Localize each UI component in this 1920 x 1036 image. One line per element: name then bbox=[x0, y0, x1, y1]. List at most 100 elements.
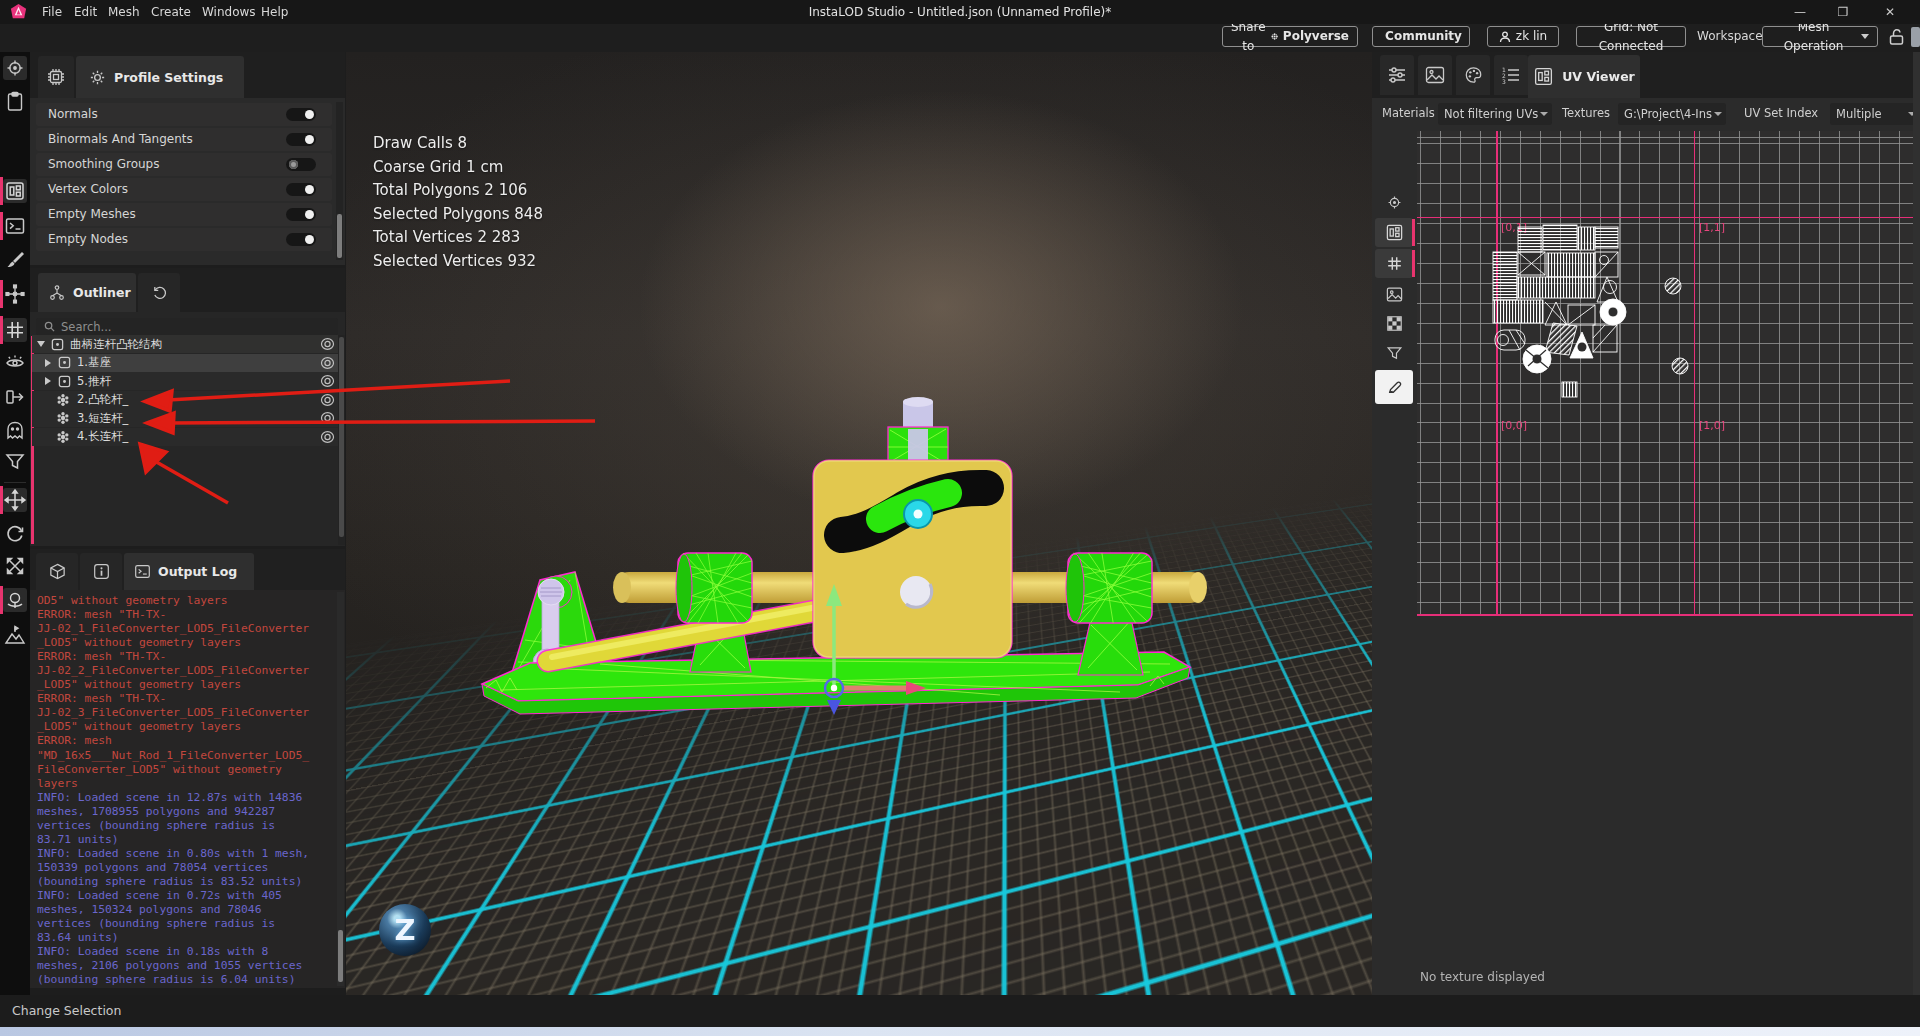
scene-tab[interactable] bbox=[36, 553, 78, 590]
z-logo-sphere: Z bbox=[379, 904, 431, 956]
expand-icon[interactable] bbox=[3, 554, 27, 578]
log-scrollbar[interactable] bbox=[337, 592, 344, 986]
tree-row-camrod[interactable]: 2.凸轮杆_ bbox=[32, 391, 343, 409]
uv-layout-icon[interactable] bbox=[1375, 218, 1413, 247]
outliner-scrollbar[interactable] bbox=[338, 335, 345, 545]
outliner-tab[interactable]: Outliner bbox=[38, 273, 136, 312]
visibility-eye-icon[interactable] bbox=[320, 393, 335, 407]
empty-meshes-toggle[interactable] bbox=[286, 208, 316, 221]
visibility-icon[interactable] bbox=[3, 351, 27, 375]
menu-mesh[interactable]: Mesh bbox=[100, 0, 148, 24]
mesh-icon bbox=[56, 411, 70, 425]
window-title: InstaLOD Studio - Untitled.json (Unnamed… bbox=[760, 0, 1160, 24]
profile-row-binormals: Binormals And Tangents bbox=[36, 128, 332, 151]
uv-tabbar: 123 UV Viewer bbox=[1372, 52, 1920, 98]
grid-status-button[interactable]: Grid: Not Connected bbox=[1576, 26, 1686, 47]
tree-row-root[interactable]: 曲柄连杆凸轮结构 bbox=[32, 335, 343, 353]
uv-set-dropdown[interactable]: Multiple mes bbox=[1830, 103, 1920, 125]
search-icon bbox=[44, 321, 55, 332]
tree-row-shortlink[interactable]: 3.短连杆_ bbox=[32, 409, 343, 427]
uv-grid-icon[interactable] bbox=[1375, 249, 1413, 278]
profile-chip-tab[interactable] bbox=[38, 56, 74, 98]
visibility-eye-icon[interactable] bbox=[320, 337, 335, 351]
uv-checker-icon[interactable] bbox=[1375, 309, 1413, 338]
uv-image-icon[interactable] bbox=[1375, 280, 1413, 309]
tree-row-longlink[interactable]: 4.长连杆_ bbox=[32, 428, 343, 446]
model-3d bbox=[346, 52, 1372, 995]
profile-settings-panel: Profile Settings Normals Binormals And T… bbox=[30, 52, 345, 265]
panel-edge-handle[interactable] bbox=[1911, 27, 1920, 47]
orbit-camera-icon[interactable] bbox=[3, 588, 27, 612]
workspace-dropdown[interactable]: Mesh Operation bbox=[1762, 26, 1878, 47]
uv-canvas[interactable]: [0,1] [1,1] [0,0] [1,0] bbox=[1417, 131, 1920, 616]
expand-caret[interactable] bbox=[45, 359, 51, 367]
ghost-icon[interactable] bbox=[3, 418, 27, 442]
target-crosshair-icon[interactable] bbox=[3, 56, 27, 80]
profile-row-vertexcolors: Vertex Colors bbox=[36, 178, 332, 201]
normals-toggle[interactable] bbox=[286, 108, 316, 121]
menu-file[interactable]: File bbox=[34, 0, 70, 24]
chevron-down-icon bbox=[1861, 34, 1869, 39]
log-content[interactable]: OD5" without geometry layersERROR: mesh … bbox=[32, 592, 337, 988]
close-button[interactable]: ✕ bbox=[1873, 0, 1907, 24]
smoothing-groups-toggle[interactable] bbox=[286, 158, 316, 171]
uv-filter-icon[interactable] bbox=[1375, 339, 1413, 368]
output-log-tab[interactable]: Output Log bbox=[124, 553, 254, 590]
menubar: File Edit Mesh Create Windows Help Insta… bbox=[0, 0, 1920, 24]
lock-open-icon[interactable] bbox=[1888, 28, 1905, 46]
menu-help[interactable]: Help bbox=[253, 0, 296, 24]
hierarchy-icon bbox=[48, 284, 66, 302]
output-log-panel: Output Log OD5" without geometry layersE… bbox=[30, 549, 345, 988]
textures-label: Textures bbox=[1562, 106, 1610, 120]
palette-tab[interactable] bbox=[1456, 55, 1490, 95]
expand-caret[interactable] bbox=[37, 341, 45, 347]
node-graph-icon[interactable] bbox=[3, 282, 27, 306]
console-icon[interactable] bbox=[3, 214, 27, 238]
status-text: Change Selection bbox=[12, 1003, 121, 1018]
menu-create[interactable]: Create bbox=[143, 0, 199, 24]
move-icon[interactable] bbox=[3, 488, 27, 512]
tree-row-pushrod[interactable]: 5.推杆 bbox=[32, 372, 343, 390]
outliner-panel: Outliner Search... 曲柄连杆凸轮结构 1.基座 5.推杆 2.… bbox=[30, 268, 345, 546]
reset-icon bbox=[151, 284, 168, 301]
minimize-button[interactable]: — bbox=[1783, 0, 1817, 24]
terrain-export-icon[interactable] bbox=[3, 624, 27, 648]
export-arrow-icon[interactable] bbox=[3, 385, 27, 409]
materials-filter-dropdown[interactable]: Not filtering UVs bbox=[1438, 103, 1552, 125]
outliner-reset-tab[interactable] bbox=[138, 273, 180, 312]
empty-nodes-toggle[interactable] bbox=[286, 233, 316, 246]
image-tab[interactable] bbox=[1418, 55, 1452, 95]
profile-scrollbar[interactable] bbox=[336, 102, 343, 260]
restore-button[interactable]: ❐ bbox=[1826, 0, 1860, 24]
profile-settings-tab[interactable]: Profile Settings bbox=[76, 56, 244, 98]
vertex-colors-toggle[interactable] bbox=[286, 183, 316, 196]
uv-layout-icon[interactable] bbox=[3, 179, 27, 203]
uv-viewer-panel: 123 UV Viewer Materials Not filtering UV… bbox=[1372, 52, 1920, 995]
search-input[interactable]: Search... bbox=[36, 318, 338, 335]
sliders-tab[interactable] bbox=[1380, 55, 1414, 95]
refresh-icon[interactable] bbox=[3, 521, 27, 545]
grid-icon[interactable] bbox=[3, 318, 27, 342]
binormals-toggle[interactable] bbox=[286, 133, 316, 146]
visibility-eye-icon[interactable] bbox=[320, 411, 335, 425]
paintbrush-icon[interactable] bbox=[3, 248, 27, 272]
uv-focus-icon[interactable] bbox=[1375, 188, 1413, 217]
visibility-eye-icon[interactable] bbox=[320, 430, 335, 444]
clipboard-icon[interactable] bbox=[3, 90, 27, 114]
viewport-3d[interactable]: Draw Calls 8Coarse Grid 1 cmTotal Polygo… bbox=[346, 52, 1372, 995]
expand-caret[interactable] bbox=[45, 377, 51, 385]
share-to-polyverse-button[interactable]: Share to Polyverse bbox=[1222, 26, 1358, 47]
user-button[interactable]: zk lin bbox=[1487, 26, 1559, 47]
numbered-list-tab[interactable]: 123 bbox=[1494, 55, 1528, 95]
uv-pen-icon[interactable] bbox=[1375, 370, 1413, 404]
visibility-eye-icon[interactable] bbox=[320, 374, 335, 388]
info-tab[interactable] bbox=[80, 553, 122, 590]
tree-row-base[interactable]: 1.基座 bbox=[32, 354, 343, 372]
console-icon bbox=[134, 563, 151, 580]
uv-viewer-tab[interactable]: UV Viewer bbox=[1528, 55, 1640, 98]
visibility-eye-icon[interactable] bbox=[320, 356, 335, 370]
filter-funnel-icon[interactable] bbox=[3, 450, 27, 474]
uv-panel-scrollbar[interactable] bbox=[1913, 52, 1920, 995]
community-button[interactable]: Community bbox=[1372, 26, 1470, 47]
textures-path-dropdown[interactable]: G:\Project\4-Ins bbox=[1618, 103, 1726, 125]
